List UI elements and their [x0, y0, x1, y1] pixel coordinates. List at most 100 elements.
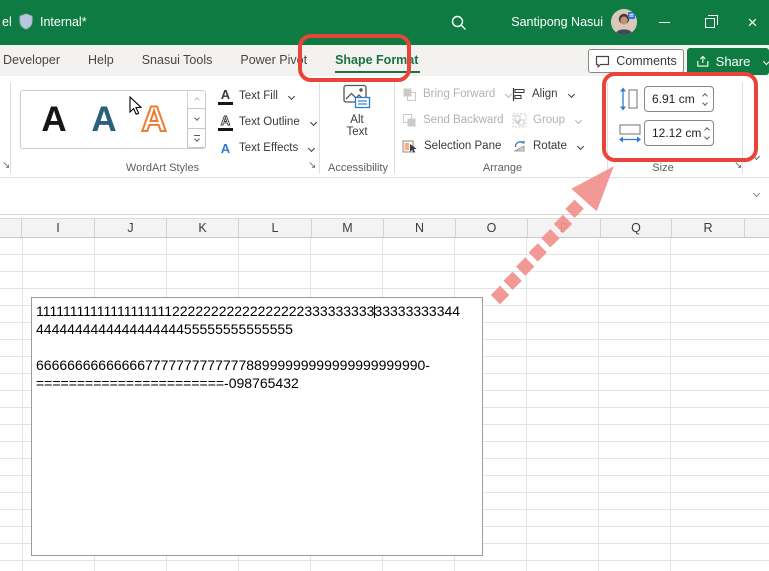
close-button[interactable]: × [736, 0, 769, 45]
column-header-O[interactable]: O [456, 219, 528, 237]
send-backward-icon [402, 113, 417, 128]
text-fill-button[interactable]: A Text Fill [218, 84, 294, 108]
column-header-I[interactable]: I [22, 219, 95, 237]
width-spinner[interactable] [701, 121, 713, 145]
ribbon-collapse-icon[interactable] [753, 153, 760, 160]
alt-text-icon [342, 84, 372, 111]
selection-pane-label: Selection Pane [424, 140, 501, 152]
alt-text-button[interactable]: Alt Text [328, 84, 386, 154]
wordart-dialog-launcher-icon[interactable]: ↘ [308, 161, 316, 171]
align-label: Align [532, 88, 558, 100]
rotate-button[interactable]: Rotate [512, 134, 583, 158]
tab-shape-format[interactable]: Shape Format [321, 45, 432, 76]
text-outline-icon: A [218, 114, 233, 131]
user-name[interactable]: Santipong Nasui [511, 15, 603, 29]
shape-width-value[interactable]: 12.12 cm [645, 126, 701, 140]
group-label: Group [533, 114, 565, 126]
tab-power-pivot[interactable]: Power Pivot [226, 45, 321, 76]
gallery-scrollbar [187, 91, 205, 148]
text-fill-label: Text Fill [239, 90, 278, 102]
formula-bar-expand-icon[interactable] [753, 190, 760, 197]
tab-developer[interactable]: Developer [0, 45, 74, 76]
column-header-N[interactable]: N [384, 219, 456, 237]
text-fill-dropdown-icon[interactable] [288, 92, 295, 99]
text-outline-button[interactable]: A Text Outline [218, 110, 316, 134]
comments-button[interactable]: Comments [588, 49, 684, 73]
column-header-partial[interactable] [0, 219, 22, 237]
textbox-line-5: =======================-098765432 [36, 374, 482, 392]
text-outline-label: Text Outline [239, 116, 300, 128]
gallery-more-icon[interactable] [187, 128, 206, 148]
formula-bar[interactable] [0, 178, 769, 215]
shape-text-box[interactable]: 1111111111111111111122222222222222222333… [31, 297, 483, 556]
column-header-P[interactable]: P [528, 219, 601, 237]
spin-down-icon[interactable] [702, 100, 708, 106]
spin-down-icon[interactable] [704, 134, 710, 140]
column-header-M[interactable]: M [312, 219, 384, 237]
gallery-scroll-up-icon[interactable] [188, 91, 205, 109]
ribbon-tabs: Developer Help Snasui Tools Power Pivot … [0, 45, 432, 76]
group-dropdown-icon [575, 116, 582, 123]
shape-height-value[interactable]: 6.91 cm [645, 92, 697, 106]
selection-pane-button[interactable]: Selection Pane [402, 134, 501, 158]
column-header-J[interactable]: J [95, 219, 167, 237]
spin-up-icon[interactable] [704, 127, 710, 133]
text-outline-dropdown-icon[interactable] [310, 118, 317, 125]
tab-help[interactable]: Help [74, 45, 128, 76]
shape-width-field[interactable]: 12.12 cm [644, 120, 714, 146]
wordart-style-blue[interactable]: A [91, 102, 116, 137]
selection-pane-icon [402, 139, 418, 154]
align-button[interactable]: Align [512, 82, 574, 106]
group-separator [394, 82, 395, 174]
text-fill-icon: A [218, 88, 233, 105]
comments-label: Comments [616, 54, 676, 68]
tab-snasui-tools[interactable]: Snasui Tools [128, 45, 227, 76]
accessibility-group-label: Accessibility [322, 162, 394, 174]
ribbon: ↘ A A A A Text Fill A Text Outline A Tex… [0, 76, 769, 178]
wordart-style-orange-outline[interactable]: A [141, 102, 166, 137]
share-dropdown-icon[interactable] [763, 58, 769, 65]
share-icon [696, 55, 710, 68]
column-headers: I J K L M N O P Q R [0, 218, 769, 238]
column-header-R[interactable]: R [672, 219, 745, 237]
maximize-restore-button[interactable] [690, 0, 730, 45]
text-effects-label: Text Effects [239, 142, 298, 154]
rotate-label: Rotate [533, 140, 567, 152]
shape-height-field[interactable]: 6.91 cm [644, 86, 714, 112]
group-objects-icon [512, 113, 527, 128]
wordart-gallery: A A A [20, 90, 206, 149]
group-separator [319, 82, 320, 174]
wordart-style-options: A A A [21, 91, 187, 148]
close-icon: × [748, 14, 758, 31]
shape-width-icon [618, 122, 642, 149]
text-effects-dropdown-icon[interactable] [308, 144, 315, 151]
align-icon [512, 88, 526, 101]
group-separator [607, 82, 608, 174]
wordart-style-black[interactable]: A [41, 102, 66, 137]
rotate-icon [512, 139, 527, 153]
dialog-launcher-icon[interactable]: ↘ [2, 161, 10, 171]
rotate-dropdown-icon[interactable] [577, 142, 584, 149]
spin-up-icon[interactable] [702, 93, 708, 99]
arrange-group-label: Arrange [455, 162, 550, 174]
ribbon-tab-row: Developer Help Snasui Tools Power Pivot … [0, 45, 769, 76]
column-header-partial[interactable] [745, 219, 769, 237]
alt-text-label-line2: Text [346, 126, 367, 138]
comment-bubble-icon [595, 55, 610, 68]
title-bar: el Internal* Santipong Nasui × [0, 0, 769, 45]
text-effects-button[interactable]: A Text Effects [218, 136, 314, 160]
gallery-scroll-down-icon[interactable] [187, 108, 206, 128]
textbox-line-4: 6666666666666677777777777778899999999999… [36, 356, 482, 374]
search-icon[interactable] [450, 14, 468, 32]
column-header-Q[interactable]: Q [601, 219, 672, 237]
excel-window: el Internal* Santipong Nasui × Developer [0, 0, 769, 571]
align-dropdown-icon[interactable] [568, 90, 575, 97]
minimize-button[interactable] [644, 0, 684, 45]
height-spinner[interactable] [697, 87, 713, 111]
bring-forward-label: Bring Forward [423, 88, 495, 100]
share-button[interactable]: Share [687, 48, 769, 75]
column-header-K[interactable]: K [167, 219, 239, 237]
avatar[interactable] [611, 9, 637, 35]
alt-text-label-line1: Alt [350, 114, 363, 126]
column-header-L[interactable]: L [239, 219, 312, 237]
